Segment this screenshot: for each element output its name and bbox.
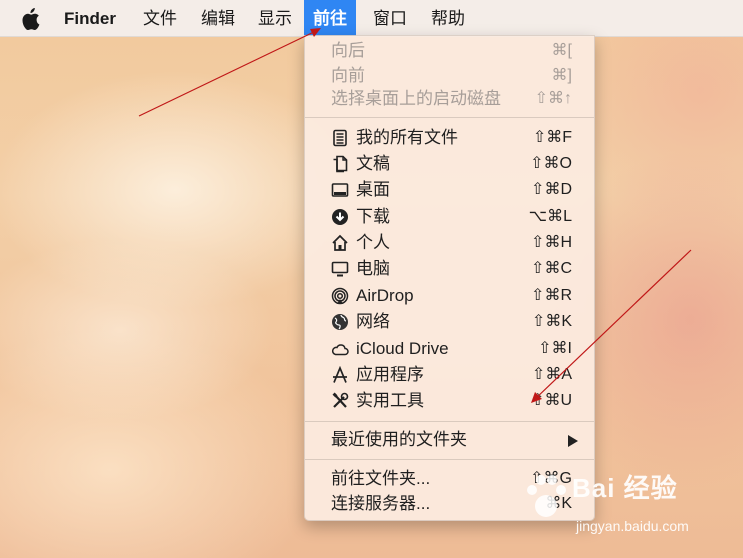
menu-item-documents[interactable]: 文稿 ⇧⌘O <box>305 151 594 177</box>
applications-icon <box>331 365 349 384</box>
menu-item-shortcut: ⇧⌘K <box>531 313 572 330</box>
menu-item-label: 文稿 <box>356 154 390 173</box>
menu-edit[interactable]: 编辑 <box>201 0 235 36</box>
menu-item-computer[interactable]: 电脑 ⇧⌘C <box>305 256 594 282</box>
menu-item-utilities[interactable]: 实用工具 ⇧⌘U <box>305 388 594 414</box>
menu-item-shortcut: ⇧⌘F <box>532 129 572 146</box>
menu-window[interactable]: 窗口 <box>373 0 407 36</box>
menu-item-shortcut: ⇧⌘I <box>538 340 572 357</box>
menu-view[interactable]: 显示 <box>258 0 292 36</box>
menu-item-all-files[interactable]: 我的所有文件 ⇧⌘F <box>305 125 594 151</box>
menu-file[interactable]: 文件 <box>143 0 177 36</box>
menu-item-label: iCloud Drive <box>356 339 449 358</box>
menu-item-shortcut: ⇧⌘A <box>531 366 572 383</box>
all-files-icon <box>331 129 349 147</box>
watermark-brand: Bai 经验 <box>572 473 678 503</box>
menu-item-back[interactable]: 向后 ⌘[ <box>305 38 594 64</box>
airdrop-icon <box>331 287 349 305</box>
menu-item-label: 向后 <box>331 41 365 60</box>
menu-item-label: 实用工具 <box>356 391 424 410</box>
menu-item-label: 桌面 <box>356 180 390 199</box>
desktop-icon <box>331 181 349 199</box>
menu-item-label: AirDrop <box>356 286 414 305</box>
go-menu: 向后 ⌘[ 向前 ⌘] 选择桌面上的启动磁盘 ⇧⌘↑ 我的所有文件 ⇧⌘F 文稿… <box>304 35 595 521</box>
menu-item-shortcut: ⇧⌘C <box>531 260 572 277</box>
menu-item-shortcut: ⇧⌘D <box>531 181 572 198</box>
menu-item-label: 网络 <box>356 312 390 331</box>
menu-item-icloud-drive[interactable]: iCloud Drive ⇧⌘I <box>305 336 594 362</box>
baidu-watermark: Bai 经验 jingyan.baidu.com <box>516 458 738 556</box>
menu-item-shortcut: ⇧⌘R <box>531 287 572 304</box>
menu-item-network[interactable]: 网络 ⇧⌘K <box>305 309 594 335</box>
computer-icon <box>331 260 349 278</box>
menu-bar: Finder 文件 编辑 显示 前往 窗口 帮助 <box>0 0 743 37</box>
menu-item-airdrop[interactable]: AirDrop ⇧⌘R <box>305 283 594 309</box>
menu-item-shortcut: ⌥⌘L <box>528 208 572 225</box>
documents-icon <box>331 155 349 173</box>
menu-item-shortcut: ⇧⌘↑ <box>534 90 572 107</box>
menu-finder[interactable]: Finder <box>64 0 116 36</box>
utilities-icon <box>331 392 349 410</box>
menu-item-label: 最近使用的文件夹 <box>331 430 467 449</box>
menu-item-label: 个人 <box>356 233 390 252</box>
home-icon <box>331 234 349 252</box>
menu-item-shortcut: ⇧⌘H <box>531 234 572 251</box>
menu-item-label: 前往文件夹... <box>331 469 431 488</box>
network-icon <box>331 313 349 331</box>
menu-item-label: 连接服务器... <box>331 494 431 513</box>
menu-item-label: 我的所有文件 <box>356 128 458 147</box>
menu-item-shortcut: ⌘[ <box>551 42 572 59</box>
apple-icon[interactable] <box>20 8 40 30</box>
menu-help[interactable]: 帮助 <box>431 0 465 36</box>
menu-item-recent-folders[interactable]: 最近使用的文件夹 <box>305 427 594 453</box>
menu-item-shortcut: ⇧⌘O <box>530 155 572 172</box>
submenu-arrow-icon <box>568 435 578 447</box>
menu-item-applications[interactable]: 应用程序 ⇧⌘A <box>305 362 594 388</box>
baidu-paw-icon <box>527 475 566 517</box>
menu-item-label: 应用程序 <box>356 365 424 384</box>
menu-item-label: 下载 <box>356 207 390 226</box>
menu-item-home[interactable]: 个人 ⇧⌘H <box>305 230 594 256</box>
menu-item-downloads[interactable]: 下载 ⌥⌘L <box>305 204 594 230</box>
icloud-icon <box>331 340 349 358</box>
menu-separator <box>305 117 594 118</box>
menu-item-shortcut: ⇧⌘U <box>531 392 572 409</box>
menu-item-label: 选择桌面上的启动磁盘 <box>331 89 501 108</box>
menu-item-startup-disk[interactable]: 选择桌面上的启动磁盘 ⇧⌘↑ <box>305 86 594 112</box>
menu-item-desktop[interactable]: 桌面 ⇧⌘D <box>305 177 594 203</box>
menu-item-label: 电脑 <box>356 259 390 278</box>
watermark-url: jingyan.baidu.com <box>576 518 689 534</box>
downloads-icon <box>331 208 349 226</box>
menu-separator <box>305 421 594 422</box>
menu-go[interactable]: 前往 <box>304 0 356 36</box>
